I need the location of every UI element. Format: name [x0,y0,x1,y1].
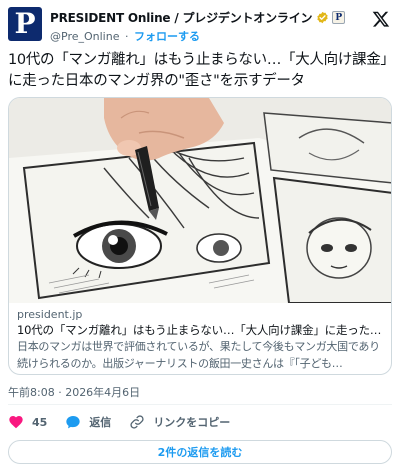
manga-drawing-image[interactable] [9,98,391,303]
x-logo-icon[interactable] [372,10,390,28]
author-handle[interactable]: @Pre_Online [50,30,119,43]
copy-link-button[interactable]: リンクをコピー [129,414,230,430]
tweet-header: P PRESIDENT Online / プレジデントオンライン P @Pre_… [8,6,392,44]
divider [8,404,392,405]
reply-label: 返信 [89,416,112,429]
verified-badge-icon [317,11,328,24]
tweet-text: 10代の「マンガ離れ」はもう止まらない…「大人向け課金」に走った日本のマンガ界の… [8,52,395,89]
heart-icon [9,416,23,429]
affiliate-badge-icon[interactable]: P [332,11,346,24]
action-bar: 45 返信 リンクをコピー [8,412,248,432]
card-domain: president.jp [17,308,83,321]
like-count: 45 [32,415,48,429]
reply-button[interactable]: 返信 [65,414,111,430]
link-card[interactable]: president.jp 10代の「マンガ離れ」はもう止まらない…「大人向け課金… [8,97,392,375]
like-button[interactable]: 45 [8,414,47,430]
copy-link-label: リンクをコピー [153,416,231,429]
reply-bubble-icon [66,416,80,429]
separator-dot: · [124,30,129,43]
tweet-timestamp[interactable]: 午前8:08 · 2026年4月6日 [8,384,140,400]
card-title: 10代の「マンガ離れ」はもう止まらない…「大人向け課金」に走った日本の… [17,323,385,337]
author-display-name[interactable]: PRESIDENT Online / プレジデントオンライン [50,9,312,26]
card-description: 日本のマンガは世界で評価されているが、果たして今後もマンガ大国であり続けられるの… [17,340,380,370]
avatar[interactable]: P [8,7,42,41]
follow-button[interactable]: フォローする [134,30,200,43]
author-name-row: PRESIDENT Online / プレジデントオンライン P [50,9,346,26]
read-replies-button[interactable]: 2件の返信を読む [8,440,392,464]
link-icon [130,415,144,429]
author-handle-row: @Pre_Online · フォローする [50,28,200,44]
